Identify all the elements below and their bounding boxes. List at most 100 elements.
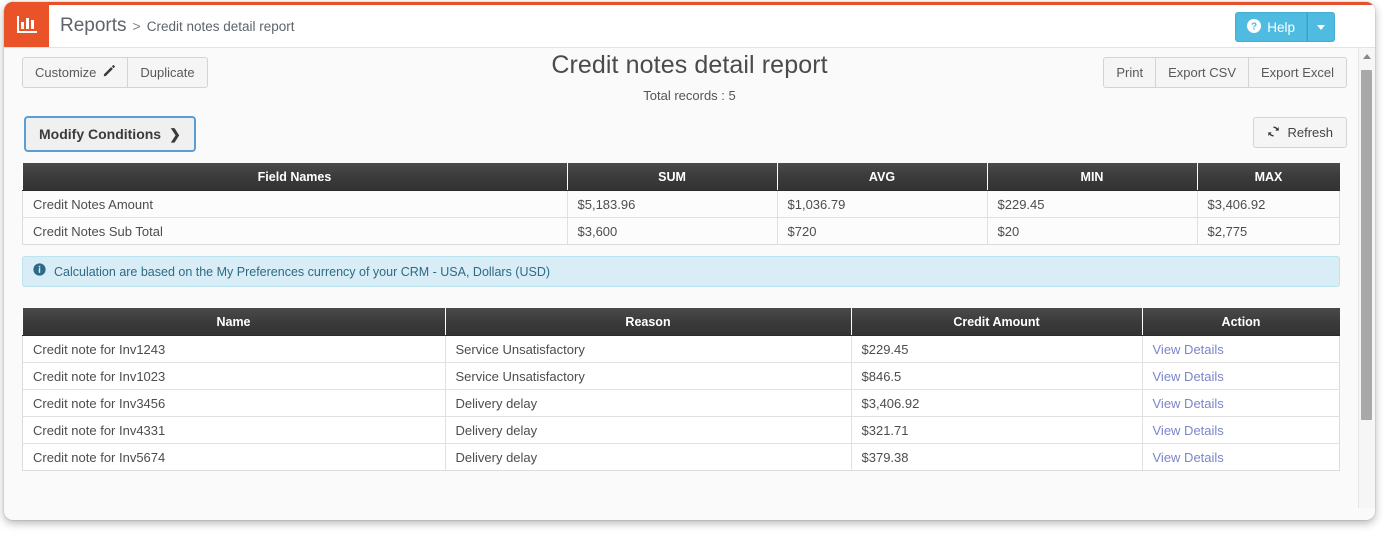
help-button-group: ? Help bbox=[1235, 12, 1335, 42]
print-button[interactable]: Print bbox=[1103, 57, 1157, 88]
detail-cell-reason: Delivery delay bbox=[444, 416, 852, 444]
conditions-row: Modify Conditions ❯ Refresh bbox=[4, 105, 1375, 152]
detail-cell-reason: Service Unsatisfactory bbox=[444, 362, 852, 390]
summary-cell-avg: $720 bbox=[776, 217, 988, 245]
bar-chart-icon bbox=[15, 14, 39, 36]
help-button[interactable]: ? Help bbox=[1235, 12, 1307, 42]
breadcrumb-current: Credit notes detail report bbox=[146, 18, 295, 34]
export-excel-button-label: Export Excel bbox=[1261, 65, 1334, 80]
table-row: Credit note for Inv5674 Delivery delay $… bbox=[22, 443, 1340, 471]
customize-button[interactable]: Customize bbox=[22, 57, 129, 88]
detail-col-credit-amount[interactable]: Credit Amount bbox=[851, 308, 1143, 336]
detail-cell-reason: Delivery delay bbox=[444, 443, 852, 471]
detail-cell-action: View Details bbox=[1141, 416, 1340, 444]
view-details-link[interactable]: View Details bbox=[1153, 450, 1224, 465]
summary-table-wrapper: Field Names SUM AVG MIN MAX Credit Notes… bbox=[22, 163, 1340, 245]
detail-cell-action: View Details bbox=[1141, 335, 1340, 363]
detail-cell-reason: Delivery delay bbox=[444, 389, 852, 417]
detail-table: Name Reason Credit Amount Action Credit … bbox=[22, 308, 1340, 471]
total-records-label: Total records : 5 bbox=[643, 88, 736, 103]
refresh-button[interactable]: Refresh bbox=[1253, 117, 1347, 148]
summary-col-sum[interactable]: SUM bbox=[567, 163, 778, 191]
summary-cell-avg: $1,036.79 bbox=[776, 190, 988, 218]
customize-button-label: Customize bbox=[35, 65, 97, 80]
scrollbar-up-button[interactable] bbox=[1359, 48, 1375, 64]
pencil-icon bbox=[103, 65, 116, 80]
summary-cell-field: Credit Notes Amount bbox=[22, 190, 568, 218]
table-row: Credit Notes Sub Total $3,600 $720 $20 $… bbox=[22, 217, 1340, 245]
duplicate-button-label: Duplicate bbox=[140, 65, 195, 80]
export-csv-button[interactable]: Export CSV bbox=[1156, 57, 1250, 88]
detail-col-reason[interactable]: Reason bbox=[445, 308, 852, 336]
view-details-link[interactable]: View Details bbox=[1153, 423, 1224, 438]
modify-conditions-button[interactable]: Modify Conditions ❯ bbox=[24, 116, 196, 152]
detail-cell-action: View Details bbox=[1141, 443, 1340, 471]
detail-cell-amount: $846.5 bbox=[850, 362, 1143, 390]
detail-cell-reason: Service Unsatisfactory bbox=[444, 335, 852, 363]
view-details-link[interactable]: View Details bbox=[1153, 342, 1224, 357]
detail-cell-action: View Details bbox=[1141, 362, 1340, 390]
report-actions-left: Customize Duplicate bbox=[22, 57, 208, 88]
app-logo[interactable] bbox=[4, 2, 49, 47]
detail-cell-amount: $3,406.92 bbox=[850, 389, 1143, 417]
summary-cell-sum: $3,600 bbox=[566, 217, 778, 245]
chevron-right-icon: ❯ bbox=[169, 126, 181, 142]
refresh-icon bbox=[1267, 125, 1280, 141]
table-row: Credit note for Inv4331 Delivery delay $… bbox=[22, 416, 1340, 444]
currency-info-alert: Calculation are based on the My Preferen… bbox=[22, 256, 1340, 287]
table-row: Credit note for Inv1243 Service Unsatisf… bbox=[22, 335, 1340, 363]
summary-cell-max: $2,775 bbox=[1196, 217, 1340, 245]
summary-col-field-names[interactable]: Field Names bbox=[22, 163, 568, 191]
summary-col-max[interactable]: MAX bbox=[1197, 163, 1340, 191]
svg-text:?: ? bbox=[1251, 21, 1257, 32]
detail-cell-name: Credit note for Inv5674 bbox=[22, 443, 446, 471]
report-actions-right: Print Export CSV Export Excel bbox=[1103, 57, 1347, 88]
breadcrumb-root[interactable]: Reports bbox=[60, 15, 127, 37]
summary-cell-min: $20 bbox=[986, 217, 1198, 245]
detail-cell-amount: $229.45 bbox=[850, 335, 1143, 363]
view-details-link[interactable]: View Details bbox=[1153, 396, 1224, 411]
summary-table: Field Names SUM AVG MIN MAX Credit Notes… bbox=[22, 163, 1340, 245]
breadcrumb-separator: > bbox=[132, 18, 141, 34]
export-csv-button-label: Export CSV bbox=[1168, 65, 1237, 80]
summary-cell-sum: $5,183.96 bbox=[566, 190, 778, 218]
chevron-down-icon bbox=[1317, 24, 1325, 30]
scrollbar-thumb[interactable] bbox=[1361, 70, 1372, 420]
export-excel-button[interactable]: Export Excel bbox=[1249, 57, 1347, 88]
summary-cell-max: $3,406.92 bbox=[1196, 190, 1340, 218]
detail-cell-name: Credit note for Inv1243 bbox=[22, 335, 446, 363]
vertical-scrollbar[interactable] bbox=[1358, 48, 1375, 508]
view-details-link[interactable]: View Details bbox=[1153, 369, 1224, 384]
detail-col-action[interactable]: Action bbox=[1142, 308, 1340, 336]
table-row: Credit note for Inv1023 Service Unsatisf… bbox=[22, 362, 1340, 390]
duplicate-button[interactable]: Duplicate bbox=[128, 57, 208, 88]
modify-conditions-label: Modify Conditions bbox=[39, 126, 162, 142]
summary-table-header-row: Field Names SUM AVG MIN MAX bbox=[22, 163, 1340, 191]
summary-col-avg[interactable]: AVG bbox=[777, 163, 988, 191]
detail-table-wrapper: Name Reason Credit Amount Action Credit … bbox=[22, 308, 1340, 471]
detail-col-name[interactable]: Name bbox=[22, 308, 446, 336]
breadcrumb: Reports > Credit notes detail report bbox=[60, 5, 295, 47]
currency-info-text: Calculation are based on the My Preferen… bbox=[54, 264, 551, 279]
print-button-label: Print bbox=[1116, 65, 1144, 80]
detail-cell-name: Credit note for Inv1023 bbox=[22, 362, 446, 390]
info-circle-icon bbox=[33, 262, 46, 281]
app-window: Reports > Credit notes detail report ? H… bbox=[4, 2, 1375, 520]
summary-cell-min: $229.45 bbox=[986, 190, 1198, 218]
help-button-label: Help bbox=[1267, 19, 1295, 35]
detail-table-header-row: Name Reason Credit Amount Action bbox=[22, 308, 1340, 336]
detail-cell-name: Credit note for Inv3456 bbox=[22, 389, 446, 417]
summary-cell-field: Credit Notes Sub Total bbox=[22, 217, 568, 245]
refresh-button-label: Refresh bbox=[1287, 125, 1333, 140]
detail-cell-amount: $379.38 bbox=[850, 443, 1143, 471]
question-circle-icon: ? bbox=[1247, 18, 1262, 36]
table-row: Credit note for Inv3456 Delivery delay $… bbox=[22, 389, 1340, 417]
detail-cell-name: Credit note for Inv4331 bbox=[22, 416, 446, 444]
triangle-up-icon bbox=[1363, 53, 1371, 59]
help-dropdown-toggle[interactable] bbox=[1307, 12, 1335, 42]
top-bar: Reports > Credit notes detail report ? H… bbox=[4, 2, 1375, 48]
action-row: Credit notes detail report Total records… bbox=[4, 48, 1375, 103]
detail-cell-amount: $321.71 bbox=[850, 416, 1143, 444]
table-row: Credit Notes Amount $5,183.96 $1,036.79 … bbox=[22, 190, 1340, 218]
summary-col-min[interactable]: MIN bbox=[987, 163, 1198, 191]
